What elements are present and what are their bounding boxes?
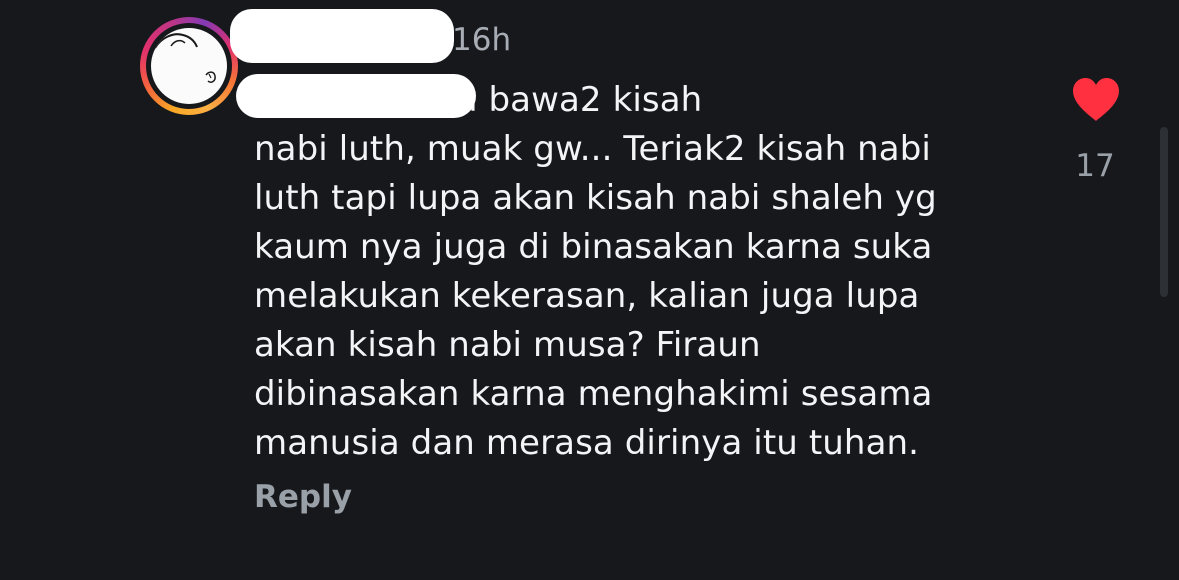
comment-line: luth tapi lupa akan kisah nabi shaleh yg: [254, 178, 937, 218]
avatar-ring-gap: [146, 23, 232, 109]
username-redaction: [230, 9, 454, 63]
comment-body: ry tidak usah bawa2 kisah nabi luth, mua…: [254, 76, 1034, 468]
comment-line: manusia dan merasa dirinya itu tuhan.: [254, 423, 920, 463]
comment-line: melakukan kekerasan, kalian juga lupa: [254, 276, 920, 316]
avatar-sketch: [154, 33, 216, 83]
avatar-image: [151, 28, 227, 104]
comment-line: nabi luth, muak gw... Teriak2 kisah nabi: [254, 129, 931, 169]
scrollbar[interactable]: [1160, 127, 1168, 297]
like-button[interactable]: [1071, 77, 1121, 123]
comment-timestamp: 16h: [452, 22, 512, 58]
heart-icon: [1073, 78, 1119, 121]
comment-line: dibinasakan karna menghakimi sesama: [254, 374, 933, 414]
mention-redaction: [236, 74, 476, 118]
comment-avatar[interactable]: [140, 17, 238, 115]
comment-line: akan kisah nabi musa? Firaun: [254, 325, 761, 365]
like-count: 17: [1075, 148, 1115, 184]
comment-line: kaum nya juga di binasakan karna suka: [254, 227, 933, 267]
reply-button[interactable]: Reply: [254, 477, 352, 517]
